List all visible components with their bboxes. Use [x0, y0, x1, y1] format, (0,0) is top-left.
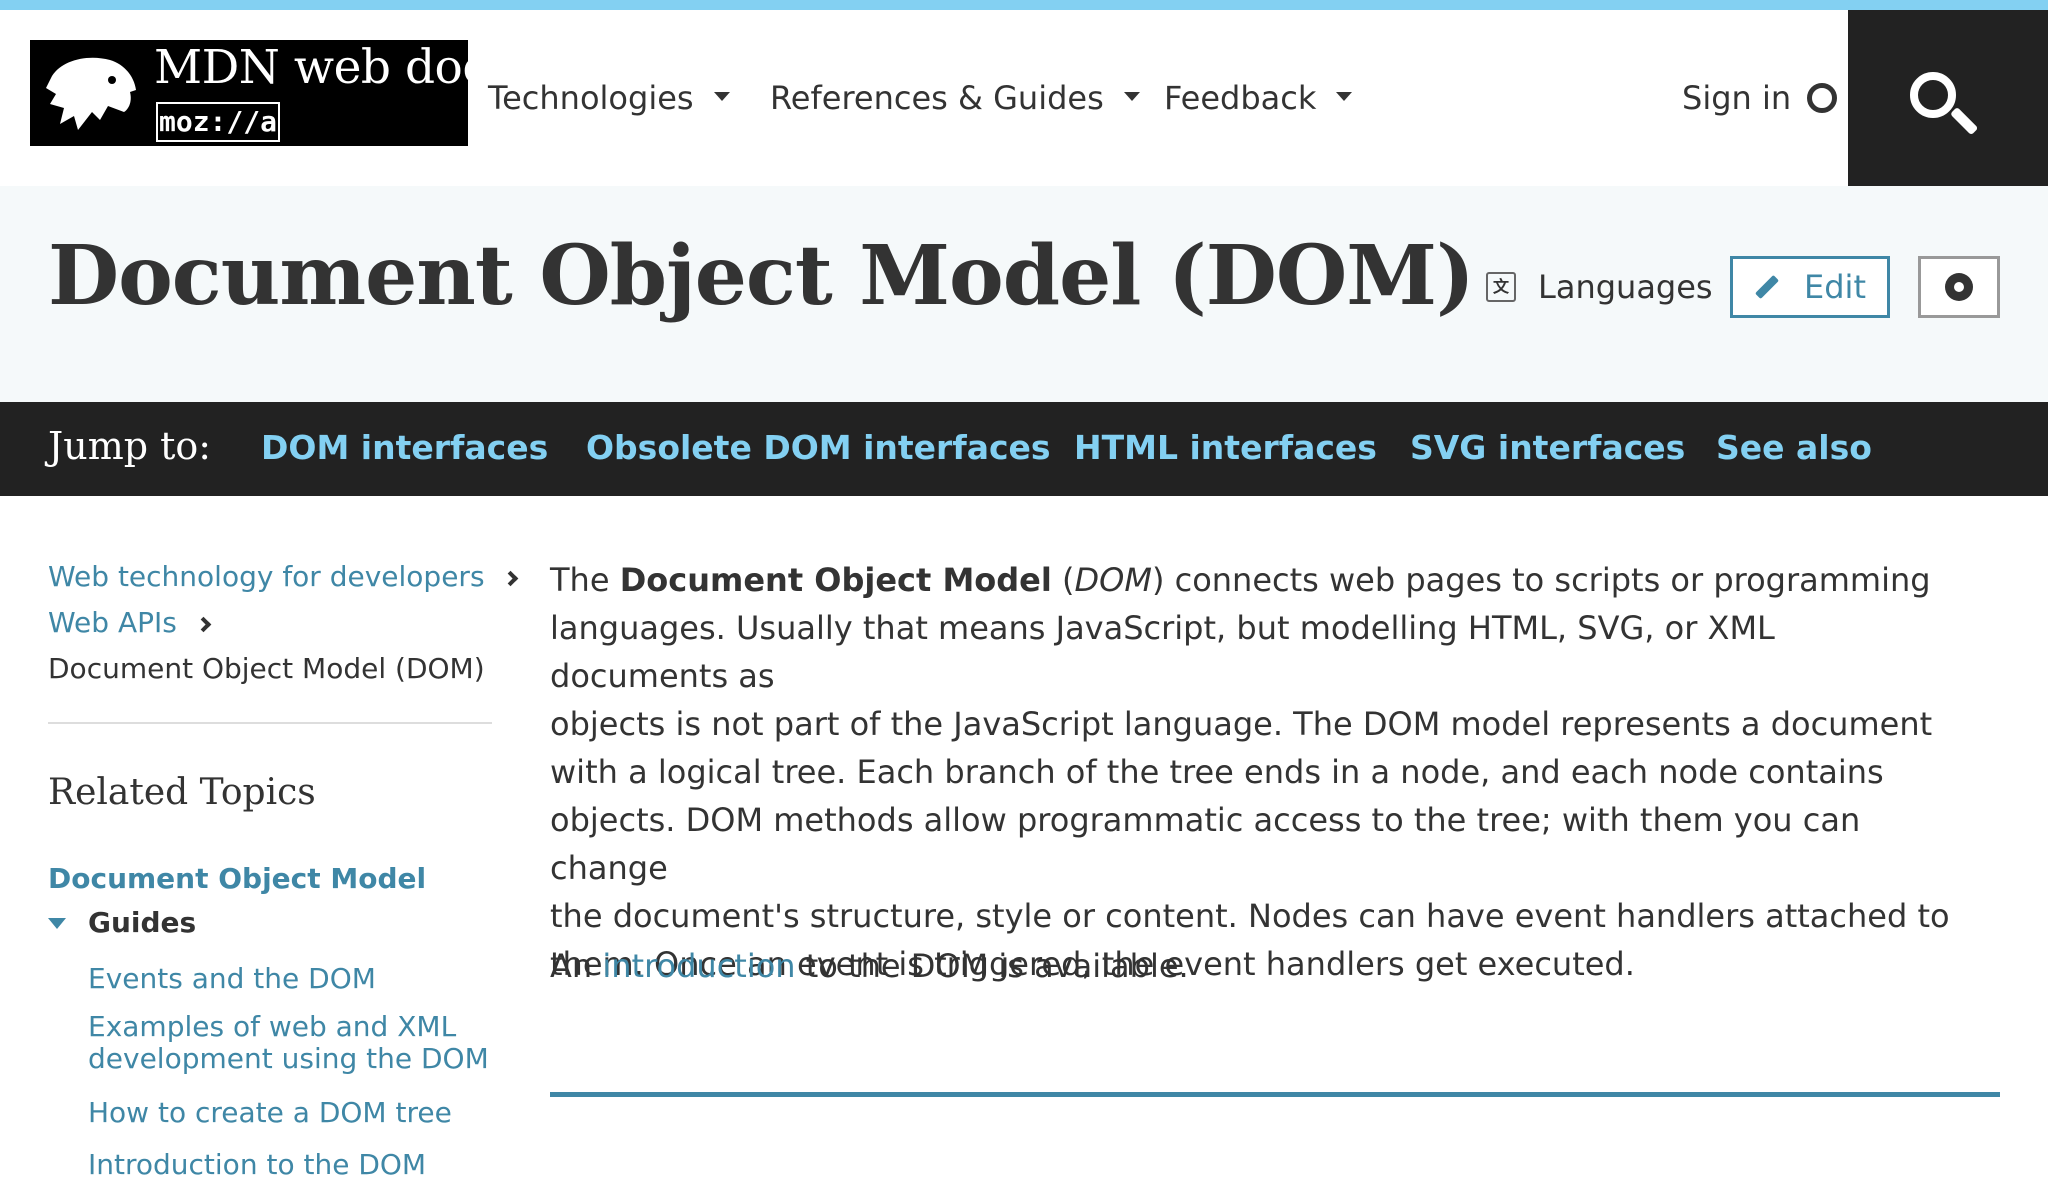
chevron-down-icon	[1336, 91, 1353, 101]
text-run: ) connects web pages to scripts or progr…	[1151, 561, 1931, 599]
article-body: The Document Object Model (DOM) connects…	[550, 556, 1950, 988]
nav-feedback-label: Feedback	[1164, 79, 1317, 117]
sidebar-topic-link[interactable]: Document Object Model	[48, 862, 426, 896]
sidebar-divider	[48, 722, 492, 724]
logo-wordmark: MDN web docs	[154, 40, 512, 95]
nav-references-label: References & Guides	[770, 79, 1104, 117]
nav-feedback[interactable]: Feedback	[1164, 10, 1353, 186]
guides-toggle[interactable]: Guides	[48, 906, 196, 939]
sign-in-label: Sign in	[1682, 79, 1792, 117]
article-paragraph: The Document Object Model (DOM) connects…	[550, 556, 1950, 988]
pencil-icon	[1754, 274, 1780, 300]
gear-icon	[1945, 273, 1973, 301]
guides-label: Guides	[88, 906, 197, 939]
languages-label: Languages	[1538, 268, 1713, 306]
chevron-right-icon	[503, 570, 519, 587]
jump-link-svg-interfaces[interactable]: SVG interfaces	[1410, 428, 1685, 467]
jump-to-label: Jump to:	[48, 424, 212, 468]
chevron-down-icon	[713, 91, 730, 101]
text-run: to the DOM is available.	[795, 947, 1189, 985]
term-bold: Document Object Model	[619, 561, 1052, 599]
breadcrumb-item[interactable]: Web technology for developers	[48, 560, 519, 593]
breadcrumb-item[interactable]: Web APIs	[48, 606, 212, 639]
jump-link-obsolete-dom-interfaces[interactable]: Obsolete DOM interfaces	[586, 428, 1051, 467]
text-run: (	[1051, 561, 1075, 599]
term-italic: DOM	[1074, 561, 1152, 599]
article-line: The Document Object Model (DOM) connects…	[550, 556, 1950, 604]
text-run: The	[550, 561, 620, 599]
nav-technologies[interactable]: Technologies	[488, 10, 730, 186]
languages-button[interactable]: 文 Languages	[1486, 268, 1713, 306]
jump-to-bar: Jump to: DOM interfaces Obsolete DOM int…	[0, 402, 2048, 496]
search-button[interactable]	[1848, 10, 2048, 186]
mozilla-badge: moz://a	[156, 102, 280, 142]
introduction-link[interactable]: introduction	[602, 947, 795, 985]
sidebar-guide-link-continued[interactable]: development using the DOM	[88, 1042, 489, 1076]
github-icon	[1807, 83, 1838, 113]
search-icon-handle	[1950, 106, 1979, 136]
breadcrumb-label: Web APIs	[48, 606, 177, 639]
sign-in-link[interactable]: Sign in	[1682, 10, 1838, 186]
related-topics-heading: Related Topics	[48, 772, 316, 813]
article-line: objects. DOM methods allow programmatic …	[550, 801, 1861, 887]
triangle-down-icon	[48, 918, 66, 929]
site-header: MDN web docs moz://a Technologies Refere…	[0, 10, 2048, 186]
sidebar-guide-link[interactable]: How to create a DOM tree	[88, 1096, 452, 1130]
article-line: languages. Usually that means JavaScript…	[550, 609, 1775, 695]
sidebar-guide-link[interactable]: Examples of web and XML	[88, 1010, 456, 1044]
chevron-down-icon	[1123, 91, 1140, 101]
page-title: Document Object Model (DOM)	[48, 228, 1475, 324]
nav-technologies-label: Technologies	[488, 79, 694, 117]
edit-button[interactable]: Edit	[1730, 256, 1890, 318]
text-run: An	[550, 947, 603, 985]
mdn-logo[interactable]: MDN web docs moz://a	[30, 40, 512, 146]
jump-link-html-interfaces[interactable]: HTML interfaces	[1074, 428, 1377, 467]
sidebar-guide-link[interactable]: Introduction to the DOM	[88, 1148, 426, 1182]
article-paragraph: An introduction to the DOM is available.	[550, 942, 1189, 990]
search-icon	[1910, 72, 1956, 118]
chevron-right-icon	[195, 616, 212, 633]
section-divider	[550, 1092, 2000, 1097]
article-line: with a logical tree. Each branch of the …	[550, 753, 1884, 791]
translate-icon: 文	[1486, 272, 1516, 302]
nav-references-guides[interactable]: References & Guides	[770, 10, 1140, 186]
top-accent-stripe	[0, 0, 2048, 10]
dinosaur-logo-icon	[46, 57, 136, 131]
article-line: objects is not part of the JavaScript la…	[550, 705, 1933, 743]
article-line: the document's structure, style or conte…	[550, 897, 1950, 935]
edit-label: Edit	[1804, 268, 1866, 306]
sidebar-guide-link[interactable]: Events and the DOM	[88, 962, 376, 996]
breadcrumb-label: Web technology for developers	[48, 560, 485, 593]
settings-button[interactable]	[1918, 256, 2000, 318]
jump-link-see-also[interactable]: See also	[1716, 428, 1872, 467]
breadcrumb-current: Document Object Model (DOM)	[48, 652, 485, 685]
title-bar: Document Object Model (DOM) 文 Languages …	[0, 186, 2048, 402]
jump-link-dom-interfaces[interactable]: DOM interfaces	[261, 428, 548, 467]
mozilla-badge-text: moz://a	[158, 104, 278, 140]
